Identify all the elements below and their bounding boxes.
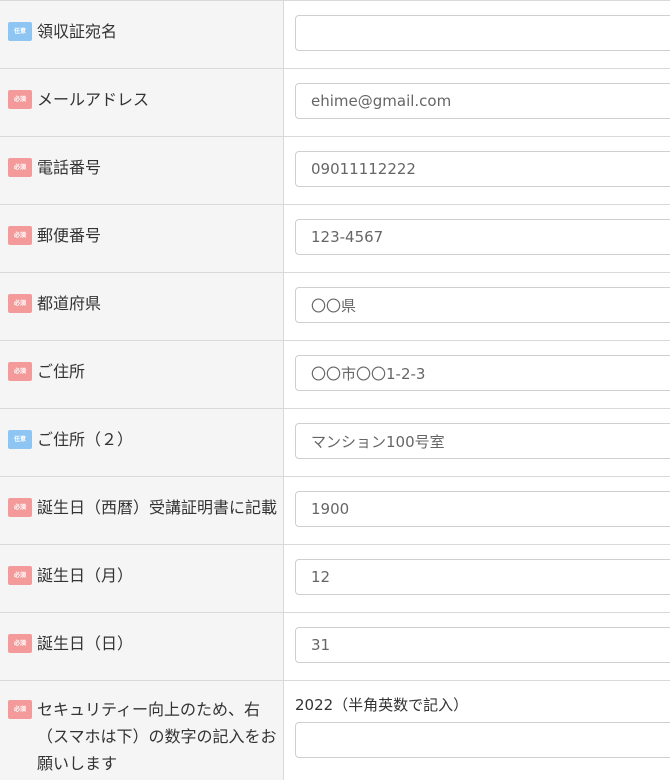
optional-badge: 任意 [8,430,32,449]
receipt-name-input[interactable] [295,15,670,51]
birth-day-input[interactable] [295,627,670,663]
row-prefecture: 必須 都道府県 [0,273,670,341]
required-badge: 必須 [8,226,32,245]
label-cell: 必須 誕生日（西暦）受講証明書に記載 [0,477,284,544]
row-birth-month: 必須 誕生日（月） [0,545,670,613]
postal-code-label: 郵便番号 [37,226,102,245]
row-phone: 必須 電話番号 [0,137,670,205]
address-label: ご住所 [37,362,86,381]
security-code-note: 2022（半角英数で記入） [295,696,469,714]
input-cell [284,137,670,204]
registration-form: 任意 領収証宛名 必須 メールアドレス 必須 電話番号 必須 郵便番号 [0,0,670,780]
input-cell [284,273,670,340]
label-cell: 必須 誕生日（月） [0,545,284,612]
prefecture-label: 都道府県 [37,294,102,313]
input-cell [284,341,670,408]
row-address: 必須 ご住所 [0,341,670,409]
required-badge: 必須 [8,294,32,313]
required-badge: 必須 [8,158,32,177]
address-2-input[interactable] [295,423,670,459]
input-cell [284,69,670,136]
label-cell: 必須 ご住所 [0,341,284,408]
label-cell: 必須 電話番号 [0,137,284,204]
row-birth-day: 必須 誕生日（日） [0,613,670,681]
row-birth-year: 必須 誕生日（西暦）受講証明書に記載 [0,477,670,545]
row-postal-code: 必須 郵便番号 [0,205,670,273]
address-input[interactable] [295,355,670,391]
input-cell [284,545,670,612]
input-cell [284,477,670,544]
row-address-2: 任意 ご住所（２） [0,409,670,477]
input-cell [284,409,670,476]
security-code-input[interactable] [295,722,670,758]
label-cell: 必須 誕生日（日） [0,613,284,680]
label-cell: 任意 ご住所（２） [0,409,284,476]
required-badge: 必須 [8,700,32,719]
row-email: 必須 メールアドレス [0,69,670,137]
email-input[interactable] [295,83,670,119]
row-receipt-name: 任意 領収証宛名 [0,1,670,69]
phone-label: 電話番号 [37,158,102,177]
birth-month-input[interactable] [295,559,670,595]
input-cell [284,205,670,272]
label-cell: 必須 郵便番号 [0,205,284,272]
required-badge: 必須 [8,90,32,109]
required-badge: 必須 [8,362,32,381]
label-cell: 任意 領収証宛名 [0,1,284,68]
label-cell: 必須 都道府県 [0,273,284,340]
birth-month-label: 誕生日（月） [37,566,134,585]
input-cell: 2022（半角英数で記入） [284,681,670,780]
receipt-name-label: 領収証宛名 [37,22,118,41]
label-cell: 必須 セキュリティー向上のため、右（スマホは下）の数字の記入をお願いします [0,681,284,780]
label-cell: 必須 メールアドレス [0,69,284,136]
optional-badge: 任意 [8,22,32,41]
required-badge: 必須 [8,566,32,585]
postal-code-input[interactable] [295,219,670,255]
prefecture-input[interactable] [295,287,670,323]
birth-year-input[interactable] [295,491,670,527]
address-2-label: ご住所（２） [37,430,134,449]
required-badge: 必須 [8,634,32,653]
row-security-check: 必須 セキュリティー向上のため、右（スマホは下）の数字の記入をお願いします 20… [0,681,670,780]
input-cell [284,613,670,680]
email-label: メールアドレス [37,90,150,109]
birth-day-label: 誕生日（日） [37,634,134,653]
birth-year-label: 誕生日（西暦）受講証明書に記載 [37,498,278,517]
input-cell [284,1,670,68]
phone-input[interactable] [295,151,670,187]
required-badge: 必須 [8,498,32,517]
security-check-label: セキュリティー向上のため、右（スマホは下）の数字の記入をお願いします [37,700,277,773]
